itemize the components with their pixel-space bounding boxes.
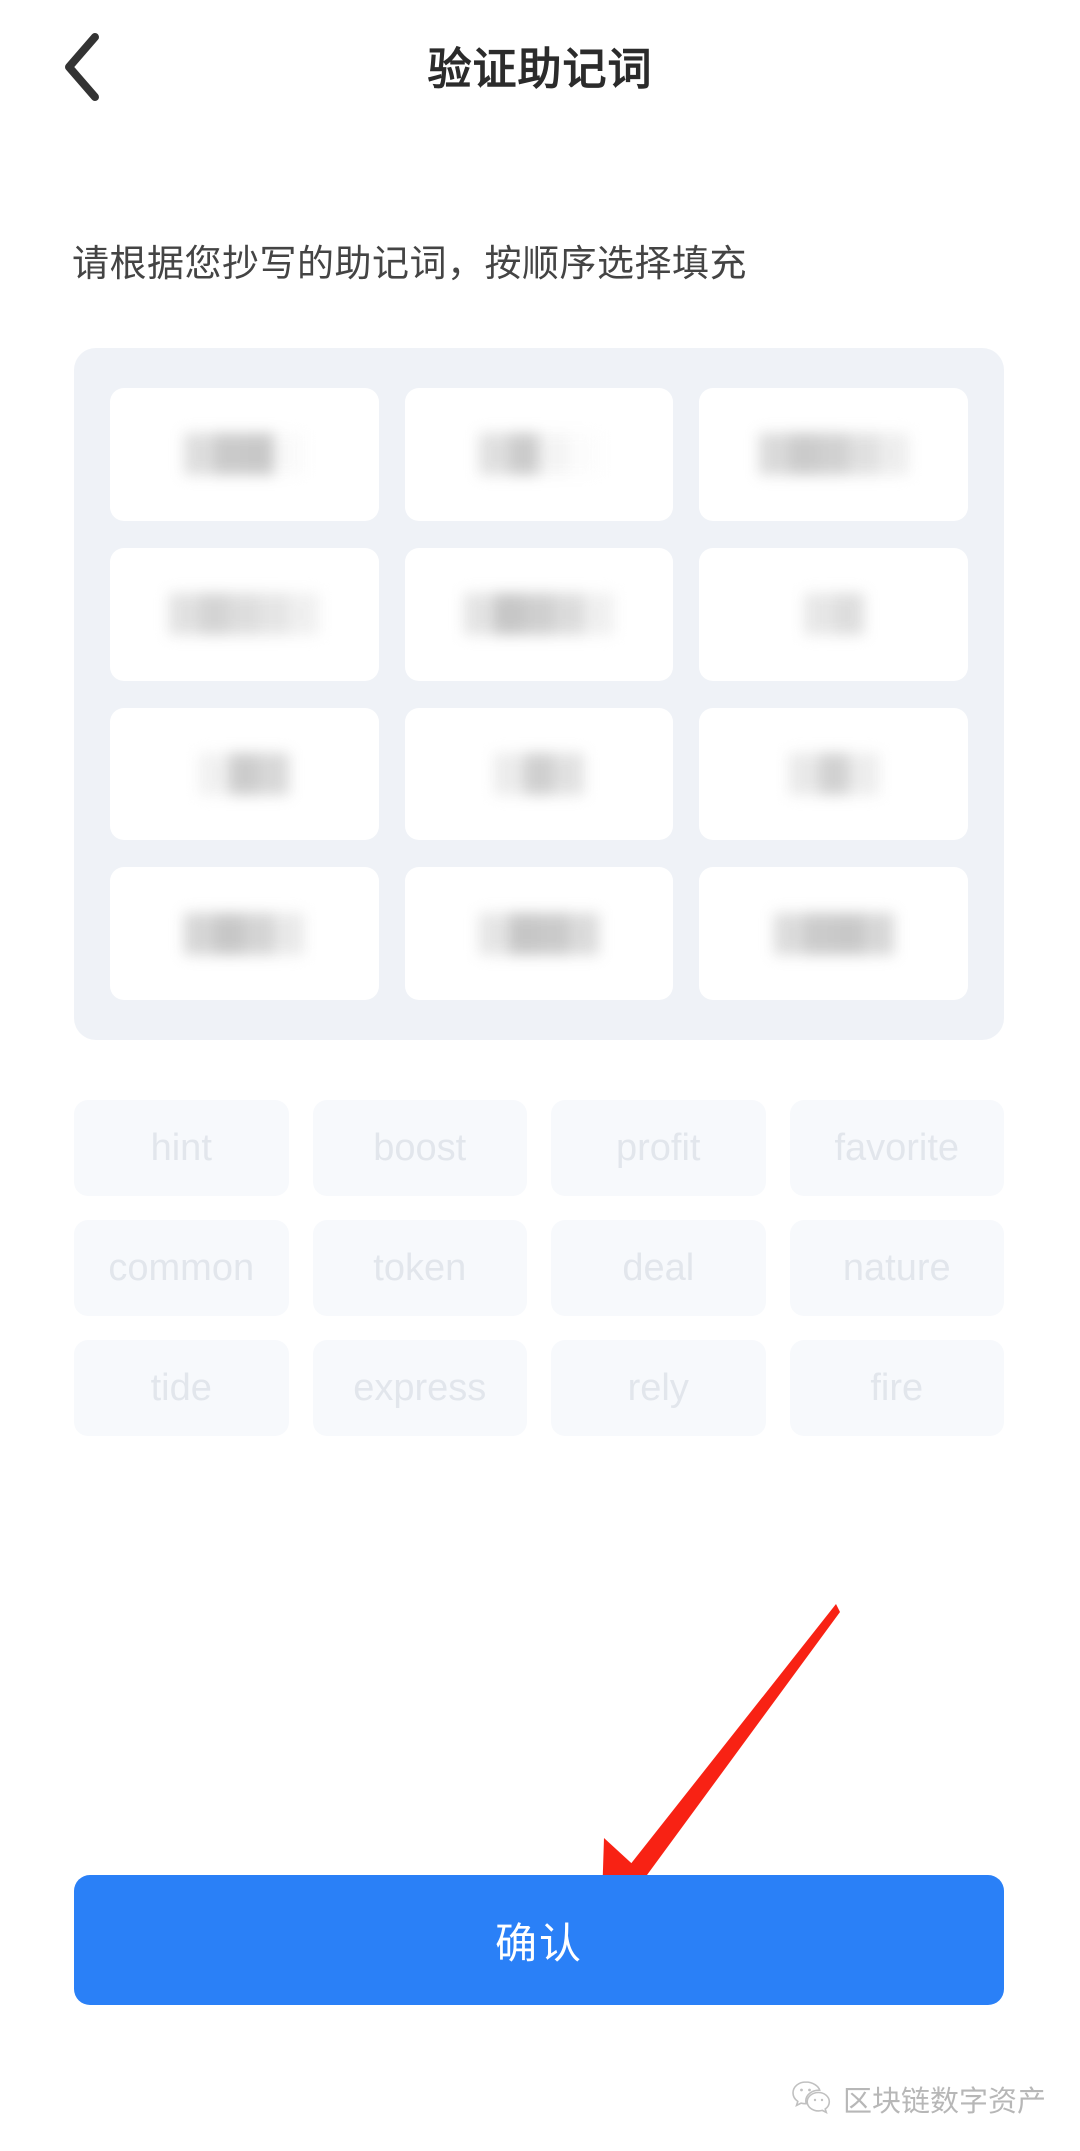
redaction-mosaic xyxy=(169,593,320,636)
redaction-mosaic xyxy=(478,912,599,955)
redaction-mosaic xyxy=(199,752,290,795)
mnemonic-slot-panel xyxy=(74,348,1004,1040)
annotation-arrow-icon xyxy=(540,1590,860,1920)
word-bank: hint boost profit favorite common token … xyxy=(74,1100,1004,1436)
word-option[interactable]: hint xyxy=(74,1100,289,1196)
word-option[interactable]: deal xyxy=(551,1220,766,1316)
redaction-mosaic xyxy=(478,433,599,476)
redaction-mosaic xyxy=(773,912,894,955)
mnemonic-slot[interactable] xyxy=(110,707,379,841)
mnemonic-slot[interactable] xyxy=(404,707,674,841)
mnemonic-slot[interactable] xyxy=(404,547,674,681)
mnemonic-slot[interactable] xyxy=(699,867,968,1000)
word-option[interactable]: profit xyxy=(551,1100,766,1196)
word-option[interactable]: favorite xyxy=(789,1100,1004,1196)
mnemonic-slot[interactable] xyxy=(699,707,968,841)
mnemonic-slot-grid xyxy=(110,388,968,1000)
word-option[interactable]: rely xyxy=(551,1340,766,1436)
wechat-icon xyxy=(791,2080,831,2119)
mnemonic-slot[interactable] xyxy=(699,388,968,521)
mnemonic-slot[interactable] xyxy=(404,867,674,1000)
mnemonic-slot[interactable] xyxy=(110,388,379,521)
redaction-mosaic xyxy=(184,912,305,955)
word-option[interactable]: nature xyxy=(789,1220,1004,1316)
mnemonic-slot[interactable] xyxy=(110,867,379,1000)
redaction-mosaic xyxy=(463,593,614,636)
mnemonic-slot[interactable] xyxy=(404,388,674,521)
word-option[interactable]: tide xyxy=(74,1340,289,1436)
word-option[interactable]: fire xyxy=(789,1340,1004,1436)
instruction-text: 请根据您抄写的助记词，按顺序选择填充 xyxy=(72,243,747,284)
word-option[interactable]: express xyxy=(312,1340,527,1436)
word-option[interactable]: boost xyxy=(312,1100,527,1196)
redaction-mosaic xyxy=(803,593,864,636)
watermark: 区块链数字资产 xyxy=(791,2078,1046,2120)
back-button[interactable] xyxy=(40,24,126,110)
redaction-mosaic xyxy=(493,752,584,795)
chevron-left-icon xyxy=(61,31,105,103)
confirm-button[interactable]: 确认 xyxy=(74,1875,1004,2005)
redaction-mosaic xyxy=(184,433,305,476)
page-title: 验证助记词 xyxy=(427,45,653,94)
redaction-mosaic xyxy=(788,752,879,795)
page-header: 验证助记词 xyxy=(0,0,1080,130)
mnemonic-slot[interactable] xyxy=(699,547,968,681)
mnemonic-slot[interactable] xyxy=(110,547,379,681)
watermark-text: 区块链数字资产 xyxy=(842,2086,1046,2118)
redaction-mosaic xyxy=(758,433,909,476)
word-option[interactable]: common xyxy=(74,1220,289,1316)
app-screen: 验证助记词 请根据您抄写的助记词，按顺序选择填充 hint boost prof… xyxy=(0,0,1080,2151)
word-option[interactable]: token xyxy=(312,1220,527,1316)
